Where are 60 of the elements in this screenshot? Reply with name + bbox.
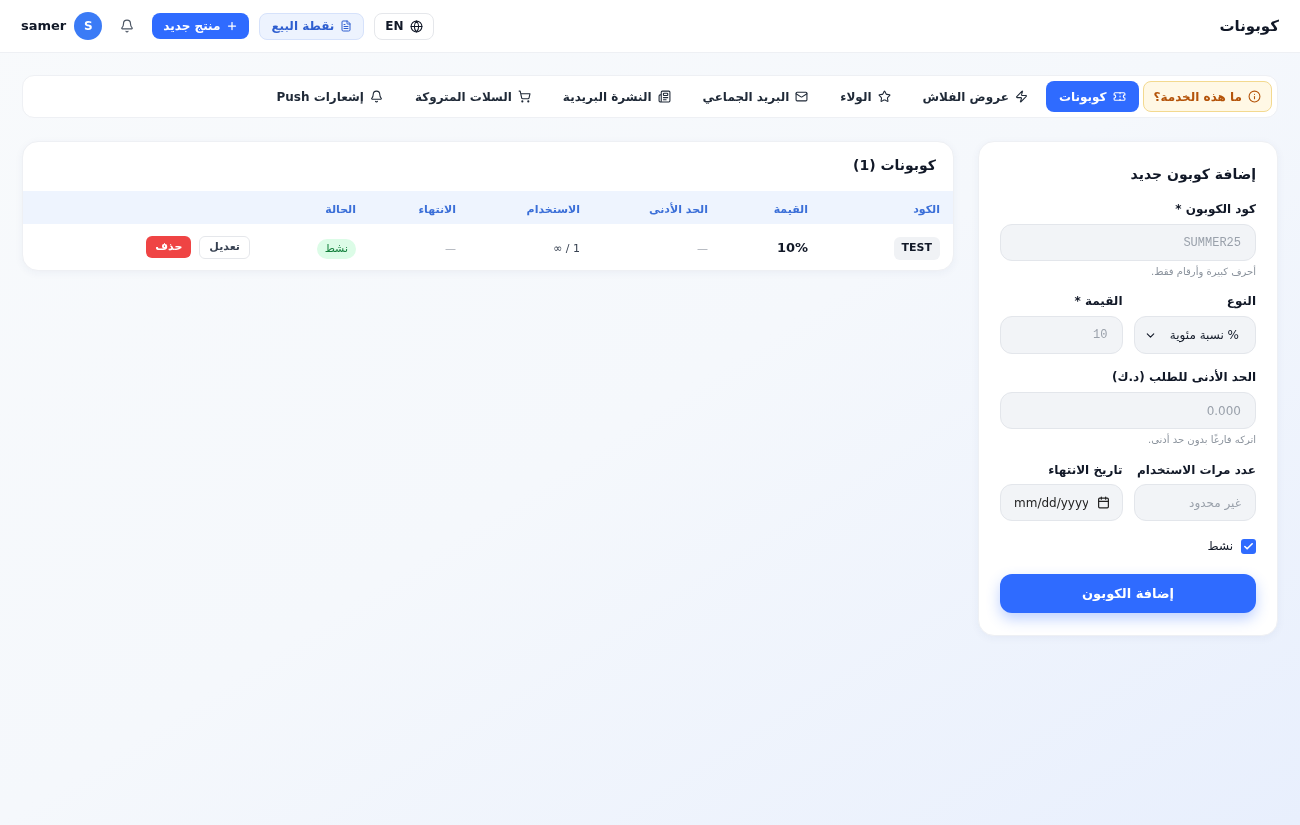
- column-header: الانتهاء: [418, 202, 456, 216]
- column-header: الحد الأدنى: [649, 202, 708, 216]
- nav-tab[interactable]: إشعارات Push: [262, 81, 397, 112]
- value-input[interactable]: 10: [1000, 316, 1123, 354]
- star-icon: [877, 90, 891, 103]
- help-button[interactable]: ما هذه الخدمة؟: [1142, 81, 1272, 112]
- type-select[interactable]: % نسبة مئوية: [1133, 316, 1256, 354]
- form-title: إضافة كوبون جديد: [1129, 165, 1256, 184]
- bell-icon: [369, 90, 383, 103]
- column-header: الاستخدام: [526, 202, 580, 216]
- pos-button[interactable]: نقطة البيع: [259, 12, 365, 40]
- edit-button[interactable]: تعديل: [199, 235, 250, 259]
- field-hint: أحرف كبيرة وأرقام فقط.: [1150, 265, 1256, 279]
- field-label: النوع: [1225, 293, 1256, 309]
- expiry-date: —: [445, 242, 456, 255]
- column-header: الحالة: [325, 202, 356, 216]
- document-icon: [340, 20, 353, 32]
- column-header: القيمة: [773, 202, 808, 216]
- table-title: كوبونات (1): [852, 156, 936, 175]
- field-label: الحد الأدنى للطلب (د.ك): [1111, 369, 1256, 385]
- usage-count: 1 / ∞: [553, 242, 580, 255]
- language-button[interactable]: EN: [374, 12, 434, 40]
- checkmark-icon: [1243, 540, 1254, 552]
- status-badge: نشط: [316, 238, 356, 260]
- globe-icon: [409, 19, 423, 33]
- nav-tab[interactable]: كوبونات: [1045, 81, 1139, 112]
- coupon-code-input[interactable]: SUMMER25: [1000, 224, 1256, 261]
- add-coupon-button[interactable]: إضافة الكوبون: [1000, 574, 1256, 613]
- lightning-icon: [1014, 90, 1028, 103]
- field-label: كود الكوبون *: [1174, 201, 1256, 217]
- calendar-icon[interactable]: [1096, 496, 1110, 509]
- envelope-icon: [795, 90, 809, 103]
- min-order-value: —: [697, 242, 708, 255]
- field-label: تاريخ الانتهاء: [1047, 462, 1123, 478]
- plus-icon: [226, 20, 239, 32]
- field-label: القيمة *: [1073, 293, 1123, 309]
- new-product-button[interactable]: منتج جديد: [152, 13, 250, 39]
- ticket-icon: [1112, 90, 1126, 103]
- bell-icon[interactable]: [120, 19, 135, 33]
- nav-tab[interactable]: الولاء: [826, 81, 905, 112]
- column-header: الكود: [913, 202, 940, 216]
- nav-tab[interactable]: عروض الفلاش: [908, 81, 1042, 112]
- field-hint: اتركه فارغًا بدون حد أدنى.: [1147, 433, 1256, 447]
- code-badge: TEST: [893, 237, 940, 260]
- field-label: عدد مرات الاستخدام: [1136, 462, 1256, 478]
- discount-value: 10%: [776, 240, 808, 255]
- nav-tab[interactable]: النشرة البريدية: [548, 81, 685, 112]
- user-name: samer: [21, 17, 67, 36]
- cart-icon: [517, 90, 531, 103]
- checkbox-label: نشط: [1207, 538, 1233, 555]
- min-order-input[interactable]: 0.000: [1000, 392, 1256, 429]
- page-title: كوبونات: [1219, 15, 1279, 37]
- user-avatar[interactable]: S: [74, 12, 103, 40]
- info-icon: [1248, 90, 1261, 103]
- delete-button[interactable]: حذف: [146, 236, 192, 258]
- active-checkbox[interactable]: [1241, 538, 1256, 554]
- usage-limit-input[interactable]: غير محدود: [1133, 484, 1256, 521]
- nav-tab[interactable]: البريد الجماعي: [688, 81, 823, 112]
- nav-tab[interactable]: السلات المتروكة: [400, 81, 545, 112]
- newspaper-icon: [657, 90, 671, 103]
